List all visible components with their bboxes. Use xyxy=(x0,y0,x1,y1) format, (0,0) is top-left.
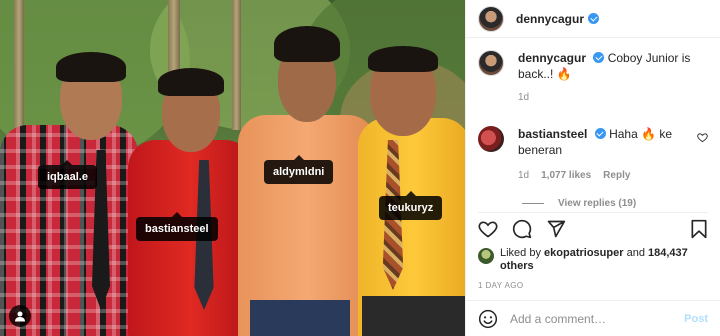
user-tags-button[interactable] xyxy=(9,305,31,327)
divider-line xyxy=(522,203,544,204)
smiley-icon[interactable] xyxy=(478,309,498,329)
photo-tag-iqbaal[interactable]: iqbaal.e xyxy=(38,160,97,189)
comment-item: bastiansteel Haha 🔥 ke beneran 1d 1,077 … xyxy=(478,126,708,184)
verified-badge-icon xyxy=(593,52,605,63)
post-photo[interactable]: iqbaal.e bastiansteel aldymldni teukuryz xyxy=(0,0,465,336)
comments-section: dennycagur Coboy Junior is back..! 🔥 1d … xyxy=(478,50,708,209)
caption: dennycagur Coboy Junior is back..! 🔥 1d xyxy=(478,50,708,106)
photo-tag-teukuryz[interactable]: teukuryz xyxy=(379,191,443,220)
view-replies-button[interactable]: View replies (19) xyxy=(522,198,708,209)
liker-username[interactable]: ekopatriosuper xyxy=(544,247,623,259)
save-button[interactable] xyxy=(690,219,708,239)
post-date[interactable]: 1 DAY AGO xyxy=(478,281,524,290)
verified-badge-icon xyxy=(588,13,600,24)
bookmark-icon xyxy=(691,219,707,238)
post-actions xyxy=(478,212,708,244)
commenter-username[interactable]: bastiansteel xyxy=(518,127,587,141)
liked-by-conj: and xyxy=(626,247,645,259)
view-replies-label: View replies (19) xyxy=(558,198,637,209)
comment-icon xyxy=(512,219,532,238)
comment-heart-icon[interactable] xyxy=(697,132,708,143)
send-icon xyxy=(547,220,566,237)
comment-input[interactable] xyxy=(510,311,685,326)
heart-icon xyxy=(478,220,498,237)
caption-avatar[interactable] xyxy=(478,50,504,76)
likes-summary: Liked by ekopatriosuper and 184,437 othe… xyxy=(478,247,708,273)
verified-badge-icon xyxy=(594,128,606,139)
photo-tag-bastiansteel[interactable]: bastiansteel xyxy=(136,212,218,241)
person-icon xyxy=(15,311,25,322)
post-header: dennycagur xyxy=(466,0,720,38)
liked-by-prefix: Liked by xyxy=(500,247,541,259)
post-side-panel: dennycagur dennycagur Coboy Junior is ba… xyxy=(465,0,720,336)
author-avatar[interactable] xyxy=(478,5,504,32)
like-button[interactable] xyxy=(478,219,498,239)
liker-avatar[interactable] xyxy=(478,248,494,264)
tree-trunk xyxy=(232,0,241,130)
commenter-avatar[interactable] xyxy=(478,126,504,152)
comment-bar: Post xyxy=(466,300,720,336)
photo-tag-aldymldni[interactable]: aldymldni xyxy=(264,155,334,184)
share-button[interactable] xyxy=(546,219,566,239)
post-button[interactable]: Post xyxy=(684,313,708,325)
comment-time[interactable]: 1d xyxy=(518,168,529,184)
caption-username[interactable]: dennycagur xyxy=(518,51,586,65)
caption-time[interactable]: 1d xyxy=(518,90,529,106)
author-username[interactable]: dennycagur xyxy=(516,12,584,26)
comment-button[interactable] xyxy=(512,219,532,239)
comment-likes[interactable]: 1,077 likes xyxy=(541,168,591,184)
reply-button[interactable]: Reply xyxy=(603,168,630,184)
